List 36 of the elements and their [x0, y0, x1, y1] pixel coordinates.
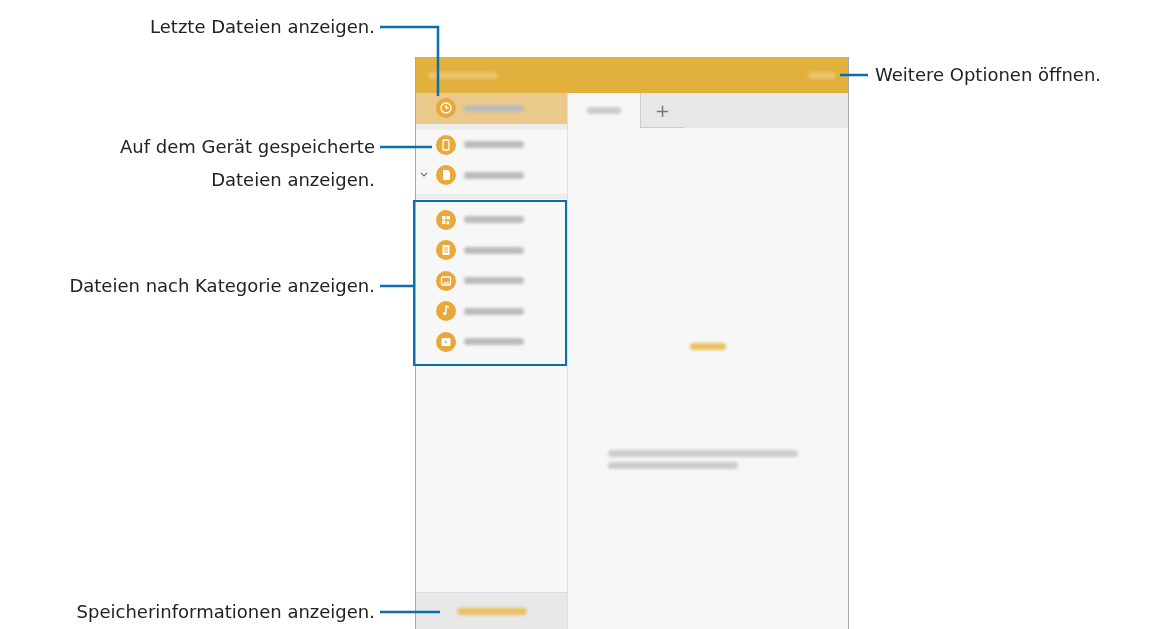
- circle-icon: [436, 98, 456, 119]
- blurred-label: [464, 216, 524, 224]
- blurred-menu-button[interactable]: [808, 71, 836, 79]
- blurred-label: [464, 104, 524, 112]
- tab[interactable]: [568, 93, 640, 128]
- callout-text: Letzte Dateien anzeigen.: [149, 15, 375, 39]
- leader-line: [380, 284, 413, 288]
- callout-text: Auf dem Gerät gespeicherte Dateien anzeigen.: [118, 135, 375, 192]
- circle-icon: [436, 331, 456, 352]
- leader-line: [380, 610, 440, 614]
- callout-text: Dateien nach Kategorie anzeigen.: [68, 274, 375, 298]
- circle-icon: [436, 165, 456, 186]
- tab[interactable]: +: [640, 93, 685, 128]
- leader-line: [380, 25, 440, 96]
- blurred-tab-label: [587, 107, 621, 114]
- leader-line: [840, 73, 868, 77]
- blurred-label: [464, 277, 524, 285]
- leader-line: [380, 145, 432, 149]
- blurred-storage-label: [456, 607, 527, 615]
- circle-icon: [436, 134, 456, 155]
- blurred-label: [464, 141, 524, 149]
- circle-icon: [436, 240, 456, 261]
- blurred-label: [464, 171, 524, 179]
- circle-icon: [436, 270, 456, 291]
- callout-text: Speicherinformationen anzeigen.: [75, 600, 375, 624]
- circle-icon: [436, 301, 456, 322]
- circle-icon: [436, 209, 456, 230]
- storage-button[interactable]: [416, 592, 567, 629]
- blurred-empty-title: [690, 343, 726, 350]
- blurred-label: [464, 246, 524, 254]
- sidebar-item[interactable]: [416, 93, 567, 124]
- chevron-down-icon[interactable]: [420, 172, 428, 179]
- blurred-title: [428, 71, 498, 79]
- blurred-label: [464, 307, 524, 315]
- callout-text: Weitere Optionen öffnen.: [875, 63, 1103, 87]
- blurred-label: [464, 338, 524, 346]
